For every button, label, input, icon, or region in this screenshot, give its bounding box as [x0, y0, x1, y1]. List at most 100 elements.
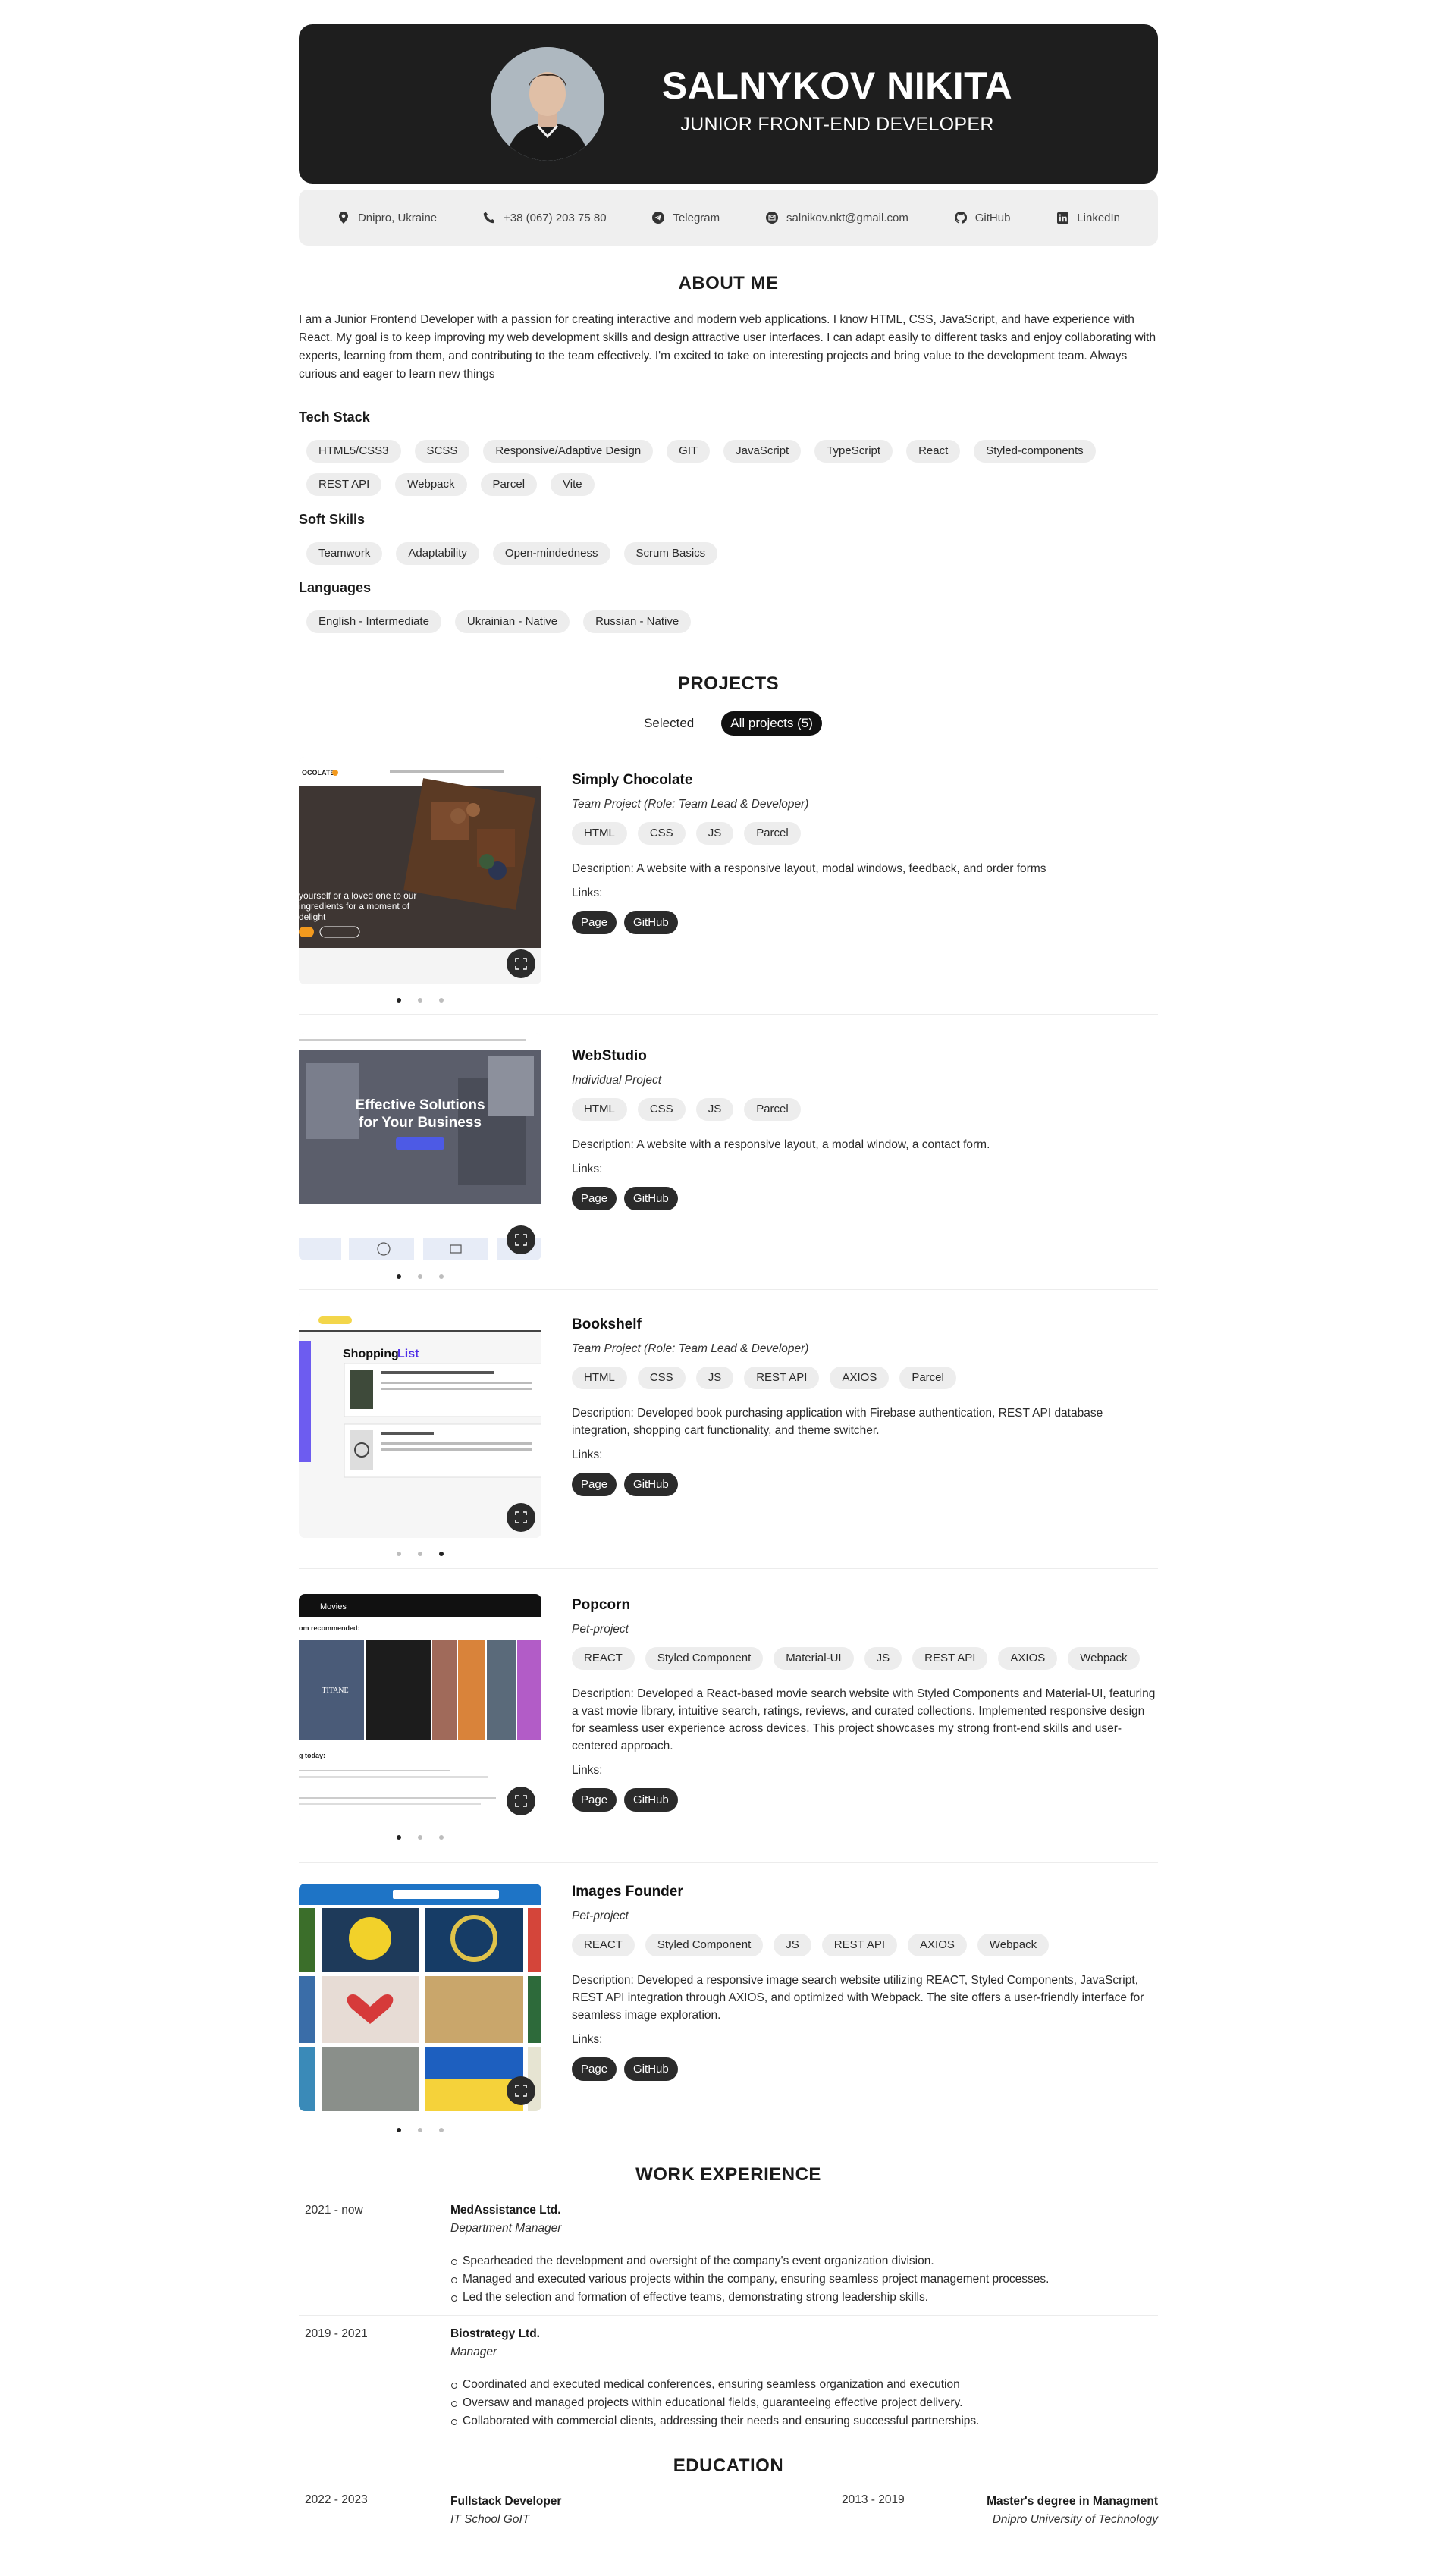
svg-text:Shopping: Shopping [343, 1348, 399, 1360]
project-tag: JS [864, 1647, 902, 1670]
divider [299, 1289, 1158, 1290]
carousel-dots [299, 998, 541, 1003]
divider [299, 1568, 1158, 1569]
project-screenshot[interactable]: OCOLATE yourself or a loved one to our i… [299, 757, 541, 984]
job-position: Department Manager [450, 2222, 562, 2235]
full-name: SALNYKOV NIKITA [661, 64, 1013, 107]
carousel-dots [299, 1274, 541, 1279]
carousel-dots [299, 2128, 541, 2132]
project-tag: Styled Component [645, 1647, 764, 1670]
github-link-button[interactable]: GitHub [624, 1187, 678, 1210]
expand-icon[interactable] [507, 1225, 535, 1254]
contact-location: Dnipro, Ukraine [337, 211, 437, 224]
contact-telegram-label: Telegram [673, 211, 720, 224]
project-tag: REACT [572, 1647, 635, 1670]
project-links: Page GitHub [572, 1473, 1158, 1496]
carousel-dot[interactable] [439, 1274, 444, 1279]
contact-phone-label: +38 (067) 203 75 80 [504, 211, 607, 224]
carousel-dot[interactable] [418, 1552, 422, 1556]
project-screenshot[interactable]: Shopping List [299, 1310, 541, 1538]
skill-chip: Adaptability [396, 542, 479, 565]
github-link-button[interactable]: GitHub [624, 2057, 678, 2081]
contact-linkedin[interactable]: LinkedIn [1056, 211, 1120, 224]
tech-chip: React [906, 440, 961, 463]
location-pin-icon [337, 211, 350, 224]
page-link-button[interactable]: Page [572, 1473, 617, 1496]
about-title: ABOUT ME [678, 273, 779, 293]
carousel-dot[interactable] [439, 2128, 444, 2132]
tech-chip: Webpack [395, 473, 467, 496]
expand-icon[interactable] [507, 2076, 535, 2105]
project-title: Popcorn [572, 1597, 631, 1613]
project-description: Description: A website with a responsive… [572, 1138, 990, 1151]
github-link-button[interactable]: GitHub [624, 911, 678, 934]
carousel-dot[interactable] [397, 1552, 401, 1556]
skill-chip: Open-mindedness [492, 542, 610, 565]
job-responsibilities: Coordinated and executed medical confere… [450, 2376, 980, 2430]
links-label: Links: [572, 2033, 603, 2046]
telegram-icon [651, 211, 665, 224]
expand-icon[interactable] [507, 1787, 535, 1815]
contact-telegram[interactable]: Telegram [651, 211, 720, 224]
github-link-button[interactable]: GitHub [624, 1473, 678, 1496]
project-tags: HTML CSS JS REST API AXIOS Parcel [572, 1367, 1158, 1389]
project-links: Page GitHub [572, 1187, 1158, 1210]
project-tag: AXIOS [908, 1934, 967, 1956]
carousel-dot[interactable] [418, 998, 422, 1003]
filter-selected-button[interactable]: Selected [635, 711, 703, 736]
education-title: EDUCATION [673, 2455, 784, 2476]
svg-text:TITANE: TITANE [322, 1687, 348, 1695]
page-link-button[interactable]: Page [572, 1187, 617, 1210]
list-item: Collaborated with commercial clients, ad… [450, 2412, 980, 2430]
project-tag: AXIOS [830, 1367, 890, 1389]
page-link-button[interactable]: Page [572, 2057, 617, 2081]
project-screenshot[interactable]: Movies om recommended: TITANE g today: [299, 1594, 541, 1821]
project-tag: Parcel [744, 822, 801, 845]
project-tag: Parcel [899, 1367, 956, 1389]
phone-icon [482, 211, 496, 224]
contact-github[interactable]: GitHub [954, 211, 1010, 224]
tech-stack-list: HTML5/CSS3 SCSS Responsive/Adaptive Desi… [306, 440, 1158, 496]
tech-chip: Styled-components [974, 440, 1096, 463]
carousel-dot[interactable] [397, 1274, 401, 1279]
carousel-dot[interactable] [418, 1274, 422, 1279]
project-info: Images Founder Pet-project REACT Styled … [572, 1884, 1158, 2081]
page-link-button[interactable]: Page [572, 911, 617, 934]
carousel-dot[interactable] [439, 1835, 444, 1840]
carousel-dot[interactable] [439, 998, 444, 1003]
carousel-dot[interactable] [439, 1552, 444, 1556]
carousel-dot[interactable] [418, 1835, 422, 1840]
projects-title: PROJECTS [677, 673, 780, 694]
projects-filter: Selected All projects (5) [299, 711, 1158, 736]
svg-text:Movies: Movies [320, 1602, 347, 1611]
project-title: Simply Chocolate [572, 772, 693, 788]
education-date: 2022 - 2023 [305, 2493, 368, 2506]
project-screenshot[interactable] [299, 1884, 541, 2111]
about-text: I am a Junior Frontend Developer with a … [299, 313, 1156, 381]
skill-chip: Scrum Basics [623, 542, 718, 565]
language-chip: Russian - Native [583, 610, 692, 633]
tech-chip: HTML5/CSS3 [306, 440, 401, 463]
carousel-dot[interactable] [397, 2128, 401, 2132]
project-tag: Material-UI [774, 1647, 854, 1670]
project-title: Bookshelf [572, 1316, 642, 1332]
page-link-button[interactable]: Page [572, 1788, 617, 1812]
project-tag: REST API [744, 1367, 820, 1389]
svg-text:Effective Solutions: Effective Solutions [355, 1097, 485, 1113]
project-description: Description: Developed a responsive imag… [572, 1974, 1144, 2022]
expand-icon[interactable] [507, 949, 535, 978]
project-screenshot[interactable]: Effective Solutions for Your Business [299, 1033, 541, 1260]
project-tag: REACT [572, 1934, 635, 1956]
contact-phone[interactable]: +38 (067) 203 75 80 [482, 211, 607, 224]
carousel-dot[interactable] [397, 1835, 401, 1840]
filter-all-button[interactable]: All projects (5) [721, 711, 822, 736]
contact-location-label: Dnipro, Ukraine [357, 211, 438, 224]
carousel-dot[interactable] [397, 998, 401, 1003]
project-title: WebStudio [572, 1048, 647, 1064]
contact-email[interactable]: salnikov.nkt@gmail.com [765, 211, 908, 224]
language-chip: Ukrainian - Native [454, 610, 570, 633]
project-tag: Styled Component [645, 1934, 764, 1956]
carousel-dot[interactable] [418, 2128, 422, 2132]
expand-icon[interactable] [507, 1503, 535, 1532]
github-link-button[interactable]: GitHub [624, 1788, 678, 1812]
